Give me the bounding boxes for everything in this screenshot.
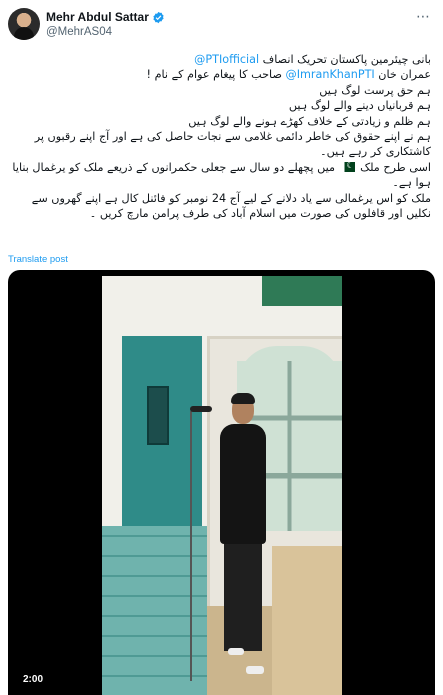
wall-plaque	[147, 386, 169, 445]
post-text: بانی چیئرمین پاکستان تحریک انصاف @PTIoff…	[8, 52, 431, 221]
post-line-5: ہم ظلم و زیادتی کے خلاف کھڑے ہونے والے ل…	[188, 114, 431, 128]
person	[220, 424, 266, 544]
post-line-3: ہم حق پرست لوگ ہیں	[319, 83, 431, 97]
post-line-8: ملک کو اس یرغمالی سے یاد دلانے کے لیے آج…	[31, 191, 431, 221]
more-options-icon[interactable]: ⋯	[416, 8, 431, 25]
post-line-7: اسی طرح ملک میں پچھلے دو سال سے جعلی حکم…	[8, 159, 431, 191]
author-name-row: Mehr Abdul Sattar	[46, 10, 165, 24]
author-display-name[interactable]: Mehr Abdul Sattar	[46, 10, 149, 24]
post-line-1: بانی چیئرمین پاکستان تحریک انصاف @PTIoff…	[194, 53, 431, 66]
video-frame	[102, 276, 342, 695]
microphone-stand	[190, 411, 192, 681]
video-duration: 2:00	[18, 672, 49, 687]
post-line-2: عمران خان @ImranKhanPTI صاحب کا پیغام عو…	[146, 68, 431, 82]
video-player[interactable]: 2:00	[8, 270, 435, 695]
post-line-6: ہم نے اپنے حقوق کی خاطر دائمی غلامی سے ن…	[34, 130, 431, 159]
mention-ptiofficial[interactable]: @PTIofficial	[194, 53, 259, 66]
translate-post-link[interactable]: Translate post	[8, 254, 68, 265]
verified-badge-icon	[153, 11, 164, 23]
mention-imrankhanpti[interactable]: @ImranKhanPTI	[286, 68, 375, 81]
post-line-4: ہم قربانیاں دینے والے لوگ ہیں	[288, 99, 431, 113]
microphone-icon	[190, 406, 212, 412]
post-header: Mehr Abdul Sattar @MehrAS04 ⋯	[8, 8, 435, 48]
pakistan-flag-icon	[340, 159, 355, 174]
author-handle[interactable]: @MehrAS04	[46, 26, 112, 38]
avatar[interactable]	[8, 8, 40, 40]
